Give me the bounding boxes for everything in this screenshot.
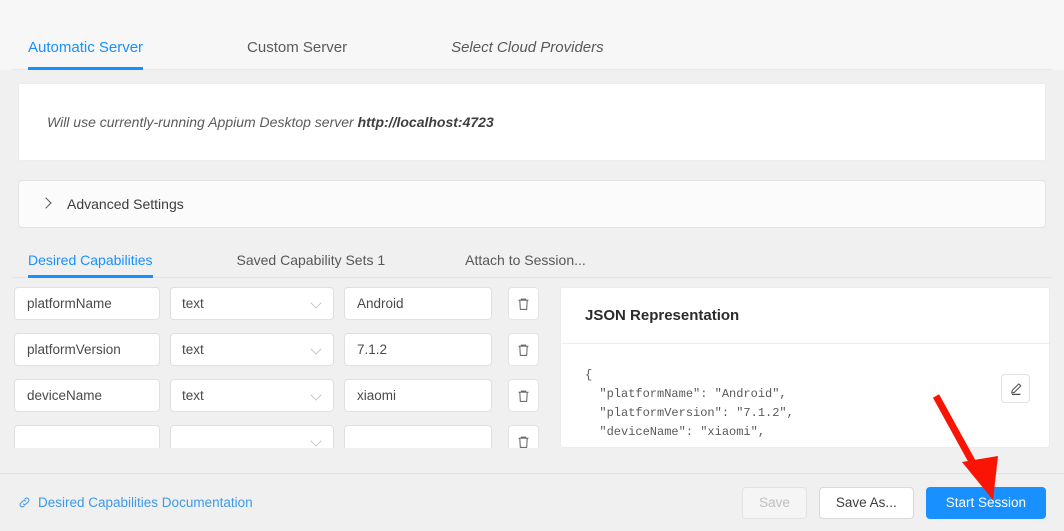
capability-value-value: 7.1.2 [357,342,388,357]
capability-type-select[interactable] [170,425,334,448]
tab-saved-capability-sets[interactable]: Saved Capability Sets 1 [221,252,402,278]
capability-type-value: text [182,342,204,357]
capability-type-value: text [182,296,204,311]
capability-type-select[interactable]: text [170,287,334,320]
chevron-down-icon [312,345,322,355]
capability-type-select[interactable]: text [170,379,334,412]
capability-value-input[interactable] [344,425,492,448]
tab-custom-server-label: Custom Server [247,39,348,56]
capability-row: deviceName text xiaomi [14,379,539,412]
capability-row: platformName text Android [14,287,539,320]
save-button-label: Save [759,495,790,510]
capability-delete-button[interactable] [508,379,539,412]
capability-value-input[interactable]: xiaomi [344,379,492,412]
trash-icon [518,298,529,310]
capability-name-input[interactable]: platformVersion [14,333,160,366]
save-as-button[interactable]: Save As... [818,486,914,519]
start-session-button-label: Start Session [945,495,1026,510]
capabilities-editor-region: platformName text Android platformVersio… [0,287,1064,448]
server-info-url: http://localhost:4723 [357,114,494,130]
start-session-button[interactable]: Start Session [925,486,1046,519]
capabilities-tabstrip: Desired Capabilities Saved Capability Se… [12,238,1052,278]
trash-icon [518,390,529,402]
trash-icon [518,436,529,448]
tab-automatic-server[interactable]: Automatic Server [12,39,159,70]
chevron-down-icon [312,299,322,309]
server-info-text: Will use currently-running Appium Deskto… [47,114,494,130]
tab-custom-server[interactable]: Custom Server [231,39,363,70]
tab-select-cloud-providers-label: Select Cloud Providers [451,39,604,56]
capabilities-list: platformName text Android platformVersio… [14,287,542,448]
desired-capabilities-documentation-label: Desired Capabilities Documentation [38,495,253,510]
server-tabstrip: Automatic Server Custom Server Select Cl… [12,0,1052,70]
capability-type-value: text [182,388,204,403]
capability-delete-button[interactable] [508,287,539,320]
save-button[interactable]: Save [742,486,807,519]
capability-delete-button[interactable] [508,333,539,366]
pencil-icon [1010,382,1022,395]
tab-desired-capabilities-label: Desired Capabilities [28,252,153,268]
capability-type-select[interactable]: text [170,333,334,366]
link-icon [18,496,31,509]
desired-capabilities-documentation-link[interactable]: Desired Capabilities Documentation [18,495,253,510]
capability-name-input[interactable]: platformName [14,287,160,320]
capability-value-value: Android [357,296,404,311]
json-representation-title: JSON Representation [561,288,1049,344]
tab-desired-capabilities[interactable]: Desired Capabilities [12,252,169,278]
advanced-settings-toggle[interactable]: Advanced Settings [18,180,1046,228]
json-representation-card: JSON Representation { "platformName": "A… [560,287,1050,448]
capability-value-input[interactable]: 7.1.2 [344,333,492,366]
server-tab-bar: Automatic Server Custom Server Select Cl… [0,0,1064,70]
server-info-message: Will use currently-running Appium Deskto… [47,114,358,130]
capabilities-tab-bar: Desired Capabilities Saved Capability Se… [0,238,1064,278]
chevron-down-icon [312,391,322,401]
capability-name-value: platformVersion [27,342,121,357]
tab-saved-capability-sets-label: Saved Capability Sets 1 [236,252,386,268]
tab-attach-to-session[interactable]: Attach to Session... [449,252,602,278]
tab-select-cloud-providers[interactable]: Select Cloud Providers [435,39,620,70]
tab-attach-to-session-label: Attach to Session... [465,252,586,268]
json-edit-button[interactable] [1001,374,1030,403]
capability-name-value: platformName [27,296,112,311]
footer-bar: Desired Capabilities Documentation Save … [0,473,1064,531]
capability-name-input[interactable] [14,425,160,448]
capability-row: platformVersion text 7.1.2 [14,333,539,366]
json-representation-code: { "platformName": "Android", "platformVe… [585,368,794,439]
save-as-button-label: Save As... [835,495,897,510]
tab-automatic-server-label: Automatic Server [28,39,144,56]
server-info-card: Will use currently-running Appium Deskto… [18,83,1046,161]
capability-value-input[interactable]: Android [344,287,492,320]
chevron-right-icon [41,198,53,210]
capability-delete-button[interactable] [508,425,539,448]
trash-icon [518,344,529,356]
chevron-down-icon [312,437,322,447]
capability-name-input[interactable]: deviceName [14,379,160,412]
capability-value-value: xiaomi [357,388,397,403]
capability-name-value: deviceName [27,388,103,403]
capability-row [14,425,539,448]
advanced-settings-label: Advanced Settings [67,196,184,212]
